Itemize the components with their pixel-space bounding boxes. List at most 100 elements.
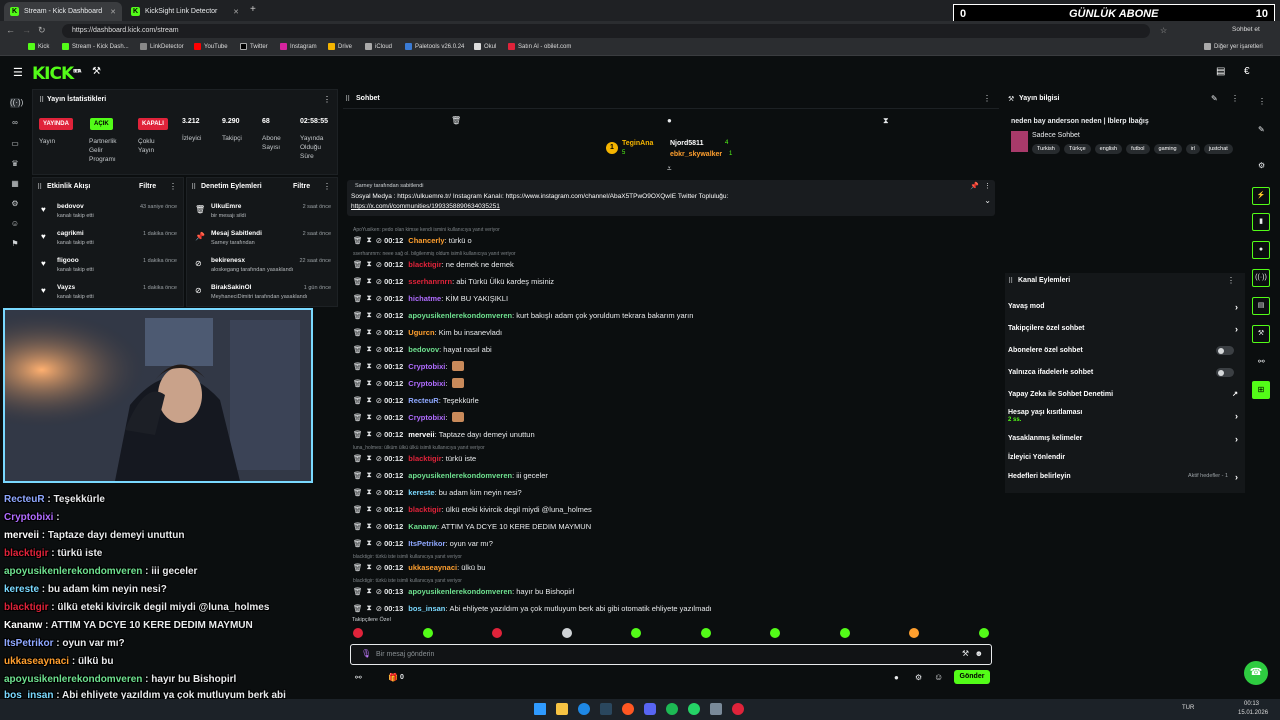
tab-link-detector[interactable]: K KickSight Link Detector ✕ (125, 2, 245, 21)
message-username[interactable]: Kananw (408, 522, 437, 531)
chat-message[interactable]: 🗑 ⧗ ⊘ 00:12 blacktigir: ne demek ne demek (353, 258, 514, 270)
quick-emote-icon[interactable] (909, 628, 919, 638)
message-username[interactable]: RecteuR (408, 396, 438, 405)
pinned-expand-icon[interactable]: ⌄ (984, 196, 991, 205)
reload-icon[interactable]: ↻ (38, 25, 46, 36)
delete-msg-icon[interactable]: 🗑 (353, 454, 363, 463)
timeout-icon[interactable]: ⧗ (367, 293, 372, 303)
rail-boost-icon[interactable]: ⚡ (1252, 187, 1270, 205)
quick-emote-icon[interactable] (978, 628, 989, 638)
timeout-icon[interactable]: ⧗ (367, 504, 372, 514)
message-username[interactable]: merveii (408, 430, 434, 439)
ban-icon[interactable]: ⊘ (376, 236, 382, 245)
timeout-icon[interactable]: ⧗ (367, 412, 372, 422)
quick-emote-icon[interactable] (561, 628, 572, 638)
rail-more-icon[interactable]: ⋮ (1258, 97, 1266, 106)
link-nav-icon[interactable]: ∞ (10, 118, 20, 128)
stats-drag-icon[interactable]: ⠿ (39, 96, 44, 104)
tag[interactable]: irl (1185, 144, 1200, 154)
tools-icon[interactable]: ⚒ (92, 66, 101, 77)
spotify-icon[interactable] (666, 703, 678, 715)
explorer-icon[interactable] (556, 703, 568, 715)
delete-msg-icon[interactable]: 🗑 (353, 563, 363, 572)
gifter-name[interactable]: ebkr_skywalker (670, 151, 722, 158)
timeout-icon[interactable]: ⧗ (367, 361, 372, 371)
quick-emote-icon[interactable] (839, 628, 850, 638)
delete-msg-icon[interactable]: 🗑 (353, 379, 363, 388)
delete-msg-icon[interactable]: 🗑 (353, 471, 363, 480)
message-username[interactable]: ukkaseaynaci (408, 563, 457, 572)
language-indicator[interactable]: TUR (1182, 705, 1194, 711)
command-icon[interactable]: ⚒ (962, 649, 969, 658)
ban-icon[interactable]: ⊘ (376, 311, 382, 320)
bookmark-youtube[interactable]: YouTube (194, 43, 228, 50)
message-username[interactable]: Cryptobixi (408, 379, 445, 388)
quick-emote-icon[interactable] (631, 628, 641, 638)
emoji-icon[interactable]: ☻ (975, 649, 983, 658)
bookmark-okul[interactable]: Okul (474, 43, 496, 50)
stream-nav-icon[interactable]: ((·)) (10, 98, 23, 108)
message-username[interactable]: sserhanrnrn (408, 277, 452, 286)
timeout-icon[interactable]: ⧗ (367, 310, 372, 320)
bookmark-linkdetector[interactable]: LinkDetector (140, 43, 184, 50)
message-username[interactable]: hichatme (408, 294, 441, 303)
actions-more-icon[interactable]: ⋮ (1227, 276, 1235, 285)
quick-emote-icon[interactable] (353, 628, 363, 638)
delete-msg-icon[interactable]: 🗑 (353, 311, 363, 320)
ban-icon[interactable]: ⊘ (376, 454, 382, 463)
tag[interactable]: Turkish (1032, 144, 1060, 154)
ban-icon[interactable]: ⊘ (376, 604, 382, 613)
actions-drag-icon[interactable]: ⠿ (1008, 277, 1013, 285)
ban-icon[interactable]: ⊘ (376, 471, 382, 480)
chat-nav-icon[interactable]: ▭ (10, 139, 20, 149)
back-icon[interactable]: ← (6, 25, 15, 35)
message-username[interactable]: Cryptobixi (408, 413, 445, 422)
chat-message[interactable]: 🗑 ⧗ ⊘ 00:12 blacktigir: ülkü eteki kivircik … (353, 503, 592, 515)
chat-message[interactable]: 🗑 ⧗ ⊘ 00:12 Cryptobixi: (353, 411, 464, 423)
gifter-name[interactable]: Njord5811 (670, 140, 703, 147)
ban-icon[interactable]: ⊘ (376, 522, 382, 531)
points-icon[interactable]: ⚯ (355, 673, 362, 682)
floating-chat-button[interactable]: ☎ (1244, 661, 1268, 685)
pinned-more-icon[interactable]: ⋮ (984, 182, 991, 190)
tag[interactable]: gaming (1153, 144, 1182, 154)
ban-icon[interactable]: ⊘ (376, 413, 382, 422)
whatsapp-icon[interactable] (688, 703, 700, 715)
message-username[interactable]: blacktigir (408, 260, 441, 269)
chat-drag-icon[interactable]: ⠿ (345, 95, 350, 103)
quick-emote-icon[interactable] (422, 628, 433, 638)
message-username[interactable]: Chancerly (408, 236, 444, 245)
ban-icon[interactable]: ⊘ (376, 587, 382, 596)
moderation-filter-button[interactable]: Filtre (293, 183, 310, 190)
app-icon[interactable] (732, 703, 744, 715)
tab-stream-dashboard[interactable]: K Stream - Kick Dashboard ✕ (4, 2, 122, 21)
settings-nav-icon[interactable]: ⚙ (10, 199, 20, 209)
quick-emote-icon[interactable] (770, 628, 780, 638)
delete-msg-icon[interactable]: 🗑 (353, 505, 363, 514)
activity-drag-icon[interactable]: ⠿ (37, 183, 42, 191)
account-age-item[interactable]: Hesap yaşı kısıtlaması 2 ss. › (1008, 409, 1240, 423)
profile-chat-label[interactable]: Sohbet et (1232, 26, 1260, 33)
timeout-icon[interactable]: ⧗ (367, 470, 372, 480)
clock-date[interactable]: 15.01.2026 (1238, 710, 1268, 716)
bookmark-stream[interactable]: Stream - Kick Dash... (62, 43, 129, 50)
discord-icon[interactable] (644, 703, 656, 715)
delete-msg-icon[interactable]: 🗑 (353, 587, 363, 596)
rail-apps-icon[interactable]: ⊞ (1252, 381, 1270, 399)
quick-emote-icon[interactable] (700, 628, 711, 638)
chat-message[interactable]: 🗑 ⧗ ⊘ 00:12 ukkaseaynaci: ülkü bu (353, 561, 485, 573)
top-gifter-name[interactable]: TeginAna (622, 140, 653, 147)
rail-chat-icon[interactable]: ● (1252, 241, 1270, 259)
unpin-icon[interactable]: 📌 (970, 182, 979, 190)
chat-message[interactable]: 🗑 ⧗ ⊘ 00:12 Kananw: ATTIM YA DCYE 10 KERE DE… (353, 520, 591, 532)
delete-msg-icon[interactable]: 🗑 (353, 236, 363, 245)
ban-icon[interactable]: ⊘ (376, 260, 382, 269)
browser-icon[interactable] (622, 703, 634, 715)
goals-item[interactable]: Hedefleri belirleyin Aktif hedefler - 1 › (1008, 472, 1240, 482)
timeout-icon[interactable]: ⧗ (367, 562, 372, 572)
bookmark-obilet[interactable]: Satın Al - obilet.com (508, 43, 571, 50)
delete-msg-icon[interactable]: 🗑 (353, 260, 363, 269)
timeout-icon[interactable]: ⧗ (367, 395, 372, 405)
delete-msg-icon[interactable]: 🗑 (353, 522, 363, 531)
message-username[interactable]: apoyusikenlerekondomveren (408, 471, 512, 480)
